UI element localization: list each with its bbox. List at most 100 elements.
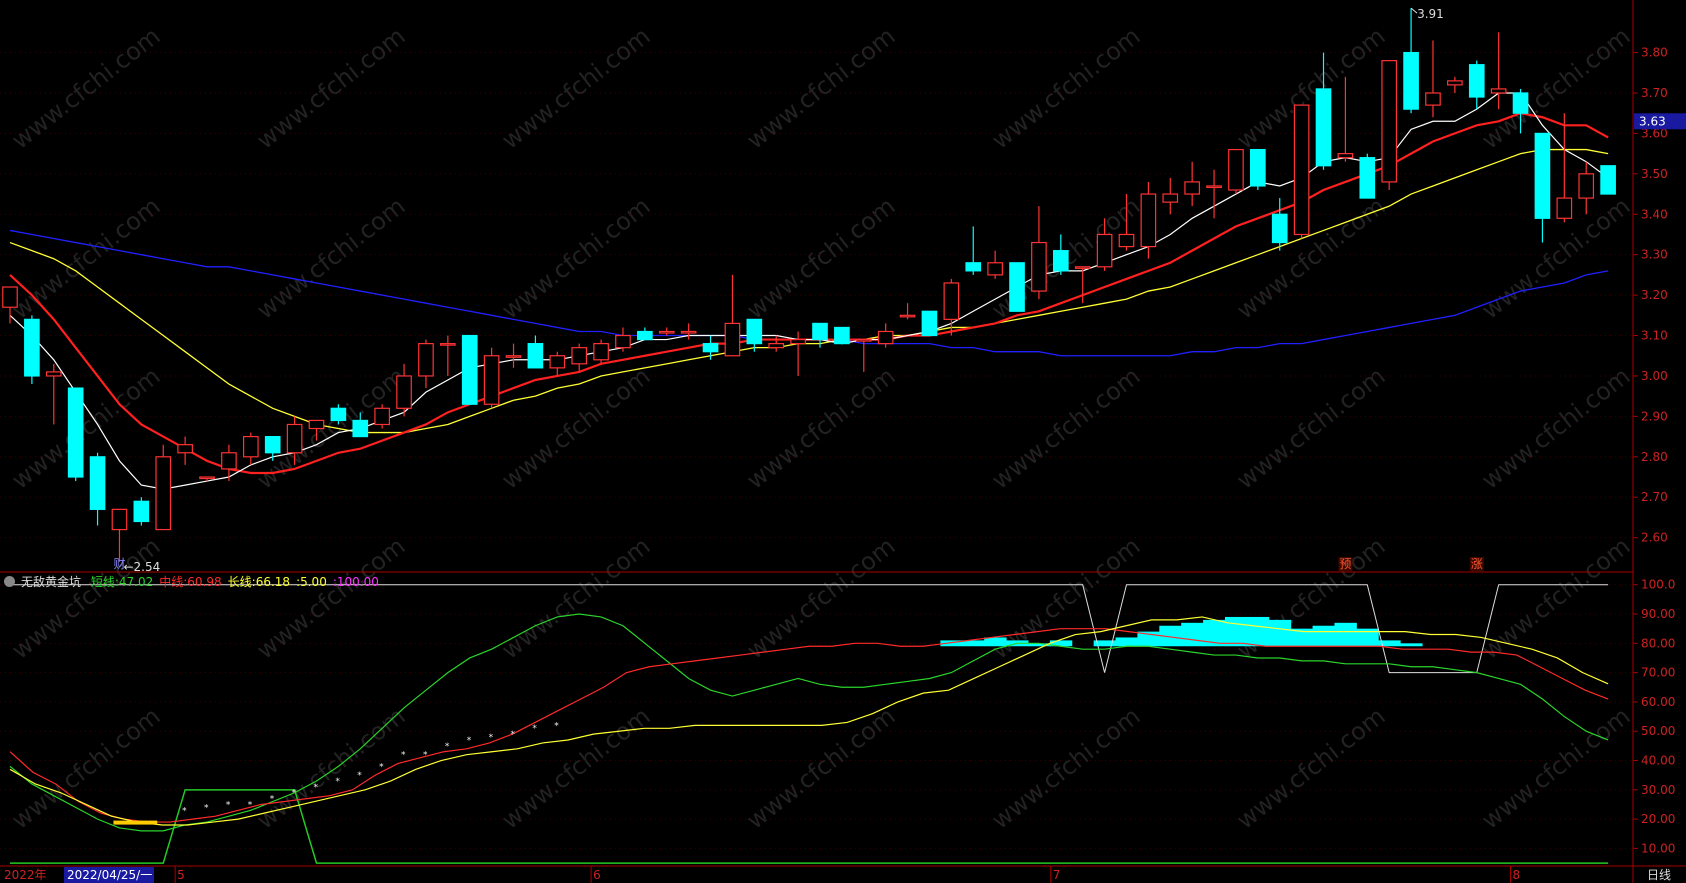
candle-body bbox=[1578, 173, 1595, 199]
candle-body bbox=[1162, 193, 1179, 203]
price-tick-label: 3.80 bbox=[1641, 46, 1668, 60]
price-tick-label: 2.60 bbox=[1641, 531, 1668, 545]
candle-body bbox=[199, 476, 215, 480]
indicator-tick-label: 10.00 bbox=[1641, 841, 1675, 855]
watermark-text: www.cfchi.com bbox=[1231, 362, 1390, 495]
candle-body bbox=[680, 330, 697, 334]
watermark-text: www.cfchi.com bbox=[741, 362, 900, 495]
candle-body bbox=[286, 423, 303, 454]
watermark-text: www.cfchi.com bbox=[741, 702, 900, 835]
candle-body bbox=[1031, 241, 1047, 292]
candle-body bbox=[1096, 233, 1113, 268]
candle-body bbox=[965, 262, 982, 272]
candle-body bbox=[264, 435, 281, 454]
date-axis: 2022年 5 6 7 8 2022/04/25/一 日线 bbox=[4, 866, 1671, 883]
candle-body bbox=[637, 330, 653, 341]
indicator-tick-label: 90.00 bbox=[1641, 607, 1675, 621]
watermark-text: www.cfchi.com bbox=[496, 702, 655, 835]
candle-body bbox=[877, 330, 894, 345]
candle-body bbox=[899, 314, 916, 318]
legend-item: 短线:47.02 bbox=[90, 575, 154, 589]
candle-body bbox=[1512, 92, 1529, 114]
watermark-text: www.cfchi.com bbox=[741, 22, 900, 155]
candle-body bbox=[461, 334, 478, 405]
indicator-histogram-bar bbox=[1246, 616, 1270, 647]
indicator-tick-label: 30.00 bbox=[1641, 783, 1675, 797]
watermark-text: www.cfchi.com bbox=[1231, 702, 1390, 835]
date-label: 5 bbox=[177, 868, 185, 882]
candle-body bbox=[1271, 213, 1288, 244]
watermark-text: www.cfchi.com bbox=[496, 362, 655, 495]
candle-body bbox=[440, 343, 456, 346]
candle-body bbox=[1468, 64, 1485, 98]
candle-body bbox=[221, 452, 237, 470]
candle-body bbox=[1184, 181, 1200, 195]
candle-body bbox=[505, 355, 522, 358]
candle-body bbox=[177, 444, 193, 454]
candle-body bbox=[1250, 148, 1266, 187]
watermark-text: www.cfchi.com bbox=[741, 192, 900, 325]
indicator-histogram-bar bbox=[1400, 643, 1423, 647]
candle-body bbox=[658, 330, 675, 334]
candle-body bbox=[855, 338, 872, 342]
candle-body bbox=[330, 407, 347, 422]
stock-chart[interactable]: www.cfchi.com www.cfchi.com www.cfchi.com w… bbox=[0, 0, 1686, 883]
watermark-text: www.cfchi.com bbox=[251, 192, 410, 325]
watermark-text: www.cfchi.com bbox=[741, 532, 900, 665]
cursor-date-label: 2022/04/25/一 bbox=[67, 868, 152, 882]
indicator-legend: 无敌黄金坑 短线:47.02 中线:60.98 长线:66.18:5.00:100.… bbox=[4, 573, 391, 589]
legend-item: 长线:66.18 bbox=[227, 575, 291, 589]
candle-body bbox=[1403, 51, 1419, 110]
candle-body bbox=[1534, 132, 1551, 219]
candle-body bbox=[1140, 193, 1157, 248]
candle-body bbox=[1009, 262, 1025, 312]
high-label: 3.91 bbox=[1417, 7, 1444, 21]
watermark-text: www.cfchi.com bbox=[1231, 22, 1390, 155]
candle-body bbox=[549, 355, 566, 369]
watermark-text: www.cfchi.com bbox=[1231, 192, 1390, 325]
watermark-text: www.cfchi.com bbox=[496, 532, 655, 665]
candle-body bbox=[308, 419, 325, 430]
signal-star: * bbox=[292, 789, 297, 799]
watermark-text: www.cfchi.com bbox=[6, 362, 165, 495]
candle-body bbox=[571, 347, 588, 365]
legend-item: 中线:60.98 bbox=[159, 575, 222, 589]
candle-body bbox=[1228, 148, 1244, 191]
candle-body bbox=[1206, 185, 1222, 189]
indicator-title[interactable]: 无敌黄金坑 bbox=[21, 575, 81, 589]
price-tick-label: 2.70 bbox=[1641, 490, 1668, 504]
candle-body bbox=[1074, 266, 1091, 269]
signal-star: * bbox=[248, 800, 253, 810]
indicator-menu-icon[interactable] bbox=[4, 576, 15, 587]
buy-signal-bar bbox=[113, 820, 158, 825]
candle-body bbox=[921, 310, 938, 337]
candle-body bbox=[1600, 165, 1616, 195]
candle-body bbox=[1315, 88, 1332, 167]
event-mark: 涨 bbox=[1471, 556, 1483, 571]
signal-star: * bbox=[489, 733, 494, 743]
candle-body bbox=[1556, 197, 1573, 219]
indicator-tick-label: 40.00 bbox=[1641, 754, 1675, 768]
indicator-tick-label: 100.0 bbox=[1641, 578, 1675, 592]
indicator-tick-label: 70.00 bbox=[1641, 666, 1675, 680]
signal-star: * bbox=[313, 783, 318, 793]
date-label: 2022年 bbox=[4, 868, 47, 882]
date-label: 6 bbox=[593, 868, 601, 882]
candle-body bbox=[527, 343, 544, 369]
candle-body bbox=[242, 435, 259, 458]
watermark-text: www.cfchi.com bbox=[251, 22, 410, 155]
price-tick-label: 3.50 bbox=[1641, 167, 1668, 181]
price-tick-label: 3.10 bbox=[1641, 329, 1668, 343]
candle-body bbox=[2, 286, 18, 308]
indicator-tick-label: 20.00 bbox=[1641, 812, 1675, 826]
watermark-text: www.cfchi.com bbox=[1476, 362, 1635, 495]
candle-body bbox=[155, 456, 172, 531]
signal-star: * bbox=[226, 800, 231, 810]
signal-star: * bbox=[182, 806, 187, 816]
candle-body bbox=[396, 375, 412, 409]
candle-body bbox=[1425, 92, 1441, 106]
candle-body bbox=[812, 322, 828, 341]
signal-star: * bbox=[423, 751, 428, 761]
signal-star: * bbox=[511, 730, 516, 740]
price-tick-label: 3.70 bbox=[1641, 86, 1668, 100]
